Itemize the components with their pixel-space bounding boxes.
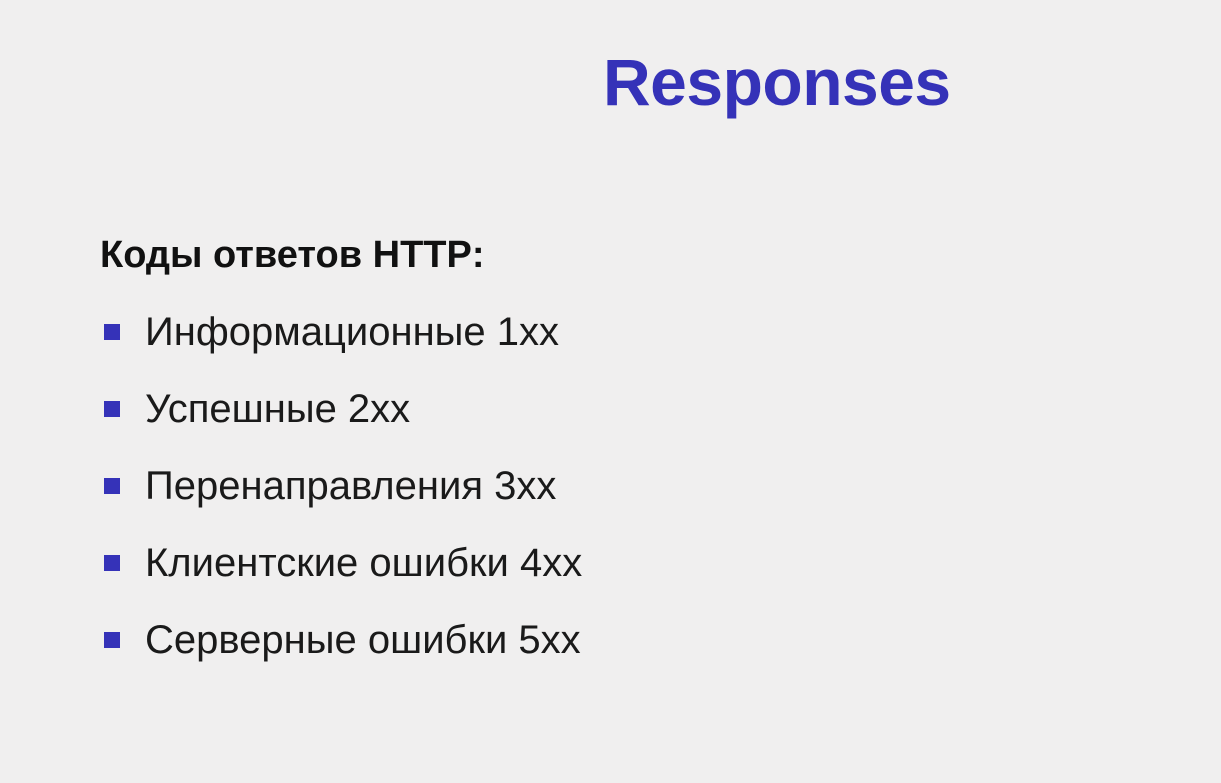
list-item: Успешные 2xx: [104, 383, 582, 460]
square-bullet-icon: [104, 478, 120, 494]
square-bullet-icon: [104, 555, 120, 571]
square-bullet-icon: [104, 324, 120, 340]
list-item: Клиентские ошибки 4xx: [104, 537, 582, 614]
list-item-label: Информационные 1xx: [145, 310, 560, 354]
square-bullet-icon: [104, 401, 120, 417]
list-item: Перенаправления 3xx: [104, 460, 582, 537]
slide-title: Responses: [603, 45, 951, 119]
section-heading: Коды ответов HTTP:: [100, 234, 485, 276]
square-bullet-icon: [104, 632, 120, 648]
list-item: Информационные 1xx: [104, 306, 582, 383]
list-item-label: Перенаправления 3xx: [145, 464, 557, 508]
list-item-label: Успешные 2xx: [145, 387, 411, 431]
list-item-label: Серверные ошибки 5xx: [145, 618, 581, 662]
http-codes-list: Информационные 1xx Успешные 2xx Перенапр…: [104, 306, 582, 691]
list-item: Серверные ошибки 5xx: [104, 614, 582, 691]
list-item-label: Клиентские ошибки 4xx: [145, 541, 583, 585]
